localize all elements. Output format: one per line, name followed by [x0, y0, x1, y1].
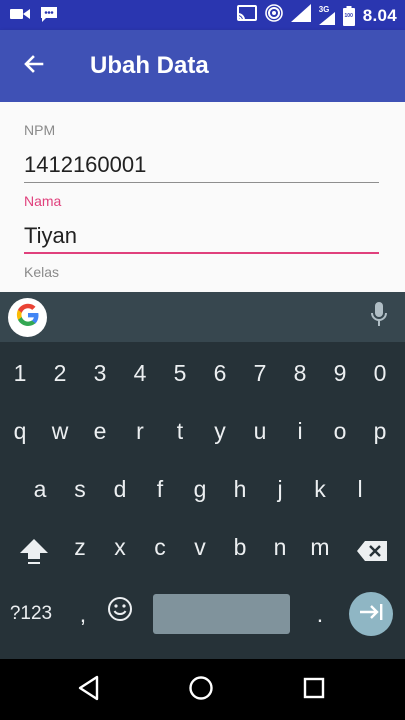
hotspot-icon: [264, 4, 283, 27]
key-f[interactable]: f: [140, 466, 180, 512]
key-r[interactable]: r: [120, 408, 160, 454]
key-o[interactable]: o: [320, 408, 360, 454]
npm-underline: [24, 182, 379, 183]
key-a[interactable]: a: [20, 466, 60, 512]
nav-recents-button[interactable]: [291, 667, 337, 713]
key-p[interactable]: p: [360, 408, 400, 454]
shift-icon: [19, 536, 49, 572]
key-e[interactable]: e: [80, 408, 120, 454]
key-i[interactable]: i: [280, 408, 320, 454]
key-4[interactable]: 4: [120, 350, 160, 396]
app-bar: Ubah Data: [0, 30, 405, 102]
key-s[interactable]: s: [60, 466, 100, 512]
shift-key[interactable]: [10, 529, 58, 579]
status-time: 8.04: [362, 5, 397, 25]
key-2[interactable]: 2: [40, 350, 80, 396]
home-circle-icon: [188, 675, 214, 706]
key-b[interactable]: b: [220, 524, 260, 570]
enter-icon: [358, 602, 384, 627]
key-n[interactable]: n: [260, 524, 300, 570]
key-h[interactable]: h: [220, 466, 260, 512]
enter-key[interactable]: [349, 592, 393, 636]
chat-icon: [40, 5, 58, 28]
key-y[interactable]: y: [200, 408, 240, 454]
battery-icon: 100: [342, 5, 355, 26]
cast-icon: [236, 5, 257, 26]
google-icon: [15, 302, 41, 333]
back-triangle-icon: [77, 675, 101, 706]
key-k[interactable]: k: [300, 466, 340, 512]
nama-label: Nama: [24, 193, 62, 209]
key-8[interactable]: 8: [280, 350, 320, 396]
soft-keyboard: 1234567890 qwertyuiop asdfghjkl zxcvbnm ?12…: [0, 292, 405, 659]
kelas-label: Kelas: [24, 264, 60, 280]
npm-field[interactable]: 1412160001: [24, 152, 146, 178]
back-button[interactable]: [16, 48, 52, 84]
video-camera-icon: [10, 7, 30, 26]
emoji-icon: [107, 596, 133, 628]
edit-form: NPM 1412160001 Nama Tiyan Kelas: [0, 102, 405, 292]
key-3[interactable]: 3: [80, 350, 120, 396]
key-9[interactable]: 9: [320, 350, 360, 396]
key-v[interactable]: v: [180, 524, 220, 570]
key-w[interactable]: w: [40, 408, 80, 454]
keyboard-suggestion-bar: [0, 292, 405, 342]
page-title: Ubah Data: [90, 52, 209, 79]
recents-square-icon: [302, 676, 326, 705]
key-m[interactable]: m: [300, 524, 340, 570]
symbols-key[interactable]: ?123: [5, 594, 57, 634]
nav-back-button[interactable]: [66, 667, 112, 713]
backspace-icon: [356, 540, 388, 568]
npm-label: NPM: [24, 122, 56, 138]
nama-field[interactable]: Tiyan: [24, 223, 77, 249]
key-5[interactable]: 5: [160, 350, 200, 396]
status-bar: 3G 100 8.04: [0, 0, 405, 30]
voice-input-button[interactable]: [365, 301, 393, 333]
space-key[interactable]: [153, 594, 290, 634]
google-search-button[interactable]: [8, 298, 47, 337]
key-z[interactable]: z: [60, 524, 100, 570]
arrow-left-icon: [22, 52, 46, 81]
key-u[interactable]: u: [240, 408, 280, 454]
key-6[interactable]: 6: [200, 350, 240, 396]
nama-underline: [24, 252, 379, 254]
comma-key[interactable]: ,: [70, 594, 96, 634]
nav-home-button[interactable]: [178, 667, 224, 713]
key-t[interactable]: t: [160, 408, 200, 454]
backspace-key[interactable]: [349, 529, 395, 579]
period-key[interactable]: .: [308, 594, 332, 634]
key-l[interactable]: l: [340, 466, 380, 512]
navigation-bar: [0, 659, 405, 720]
key-c[interactable]: c: [140, 524, 180, 570]
microphone-icon: [370, 301, 388, 333]
key-7[interactable]: 7: [240, 350, 280, 396]
key-1[interactable]: 1: [0, 350, 40, 396]
key-x[interactable]: x: [100, 524, 140, 570]
key-j[interactable]: j: [260, 466, 300, 512]
key-d[interactable]: d: [100, 466, 140, 512]
key-0[interactable]: 0: [360, 350, 400, 396]
emoji-key[interactable]: [102, 592, 138, 632]
key-g[interactable]: g: [180, 466, 220, 512]
network-type-badge: 3G: [318, 5, 335, 25]
key-q[interactable]: q: [0, 408, 40, 454]
signal-icon: [290, 4, 311, 27]
